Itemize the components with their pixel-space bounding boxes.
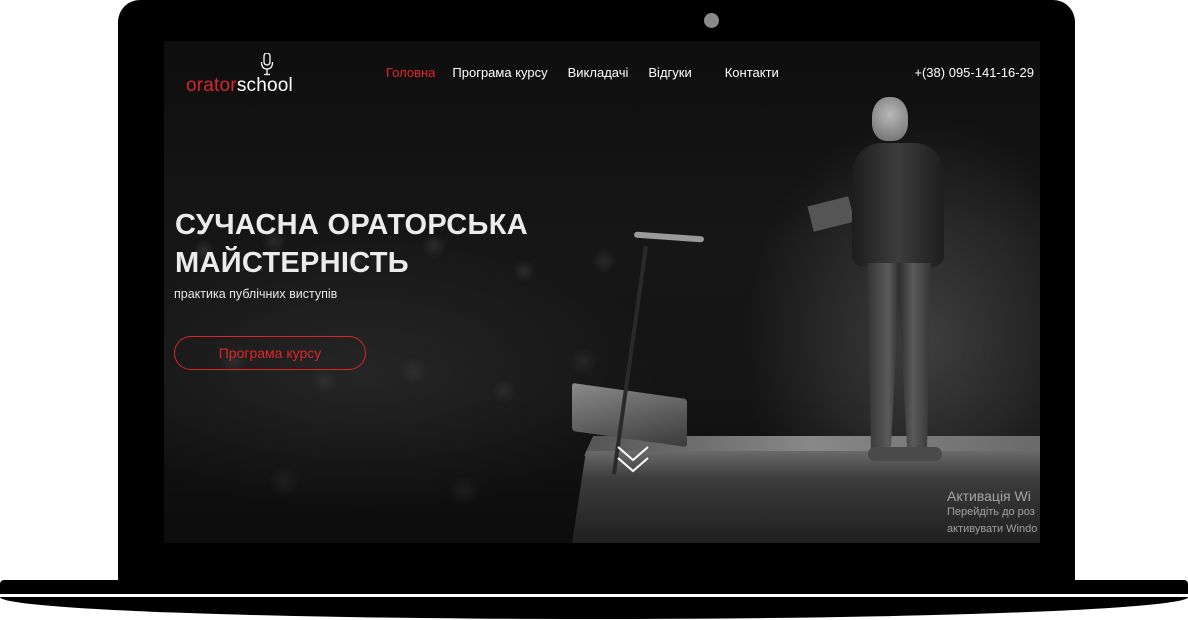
hero-subtitle: практика публічних виступів bbox=[174, 287, 338, 301]
watermark-title: Активація Wi bbox=[947, 488, 1031, 504]
hero-title-line2: МАЙСТЕРНІСТЬ bbox=[175, 247, 409, 279]
double-chevron-down-icon[interactable] bbox=[615, 444, 651, 476]
nav-item-home[interactable]: Головна bbox=[386, 65, 435, 80]
hero-title: СУЧАСНА ОРАТОРСЬКА МАЙСТЕРНІСТЬ bbox=[175, 206, 595, 282]
webcam-icon bbox=[704, 13, 719, 28]
nav-item-contacts[interactable]: Контакти bbox=[725, 65, 779, 80]
nav-item-program[interactable]: Програма курсу bbox=[452, 65, 547, 80]
microphone-icon bbox=[260, 53, 274, 76]
nav-item-teachers[interactable]: Викладачі bbox=[568, 65, 629, 80]
logo-text-orator: orator bbox=[186, 75, 237, 96]
speaker-figure bbox=[807, 97, 954, 467]
windows-activation-watermark: Активація Wi Перейдіть до роз активувати… bbox=[947, 488, 1037, 538]
logo-text: oratorschool bbox=[186, 75, 293, 97]
site-logo[interactable]: oratorschool bbox=[186, 51, 304, 97]
watermark-line2: активувати Windo bbox=[947, 523, 1038, 535]
watermark-line1: Перейдіть до роз bbox=[947, 506, 1035, 518]
laptop-frame: oratorschool Головна Програма курсу Викл… bbox=[0, 0, 1188, 620]
nav-item-reviews[interactable]: Відгуки bbox=[648, 65, 691, 80]
phone-number[interactable]: +(38) 095-141-16-29 bbox=[914, 65, 1034, 80]
program-button[interactable]: Програма курсу bbox=[174, 336, 366, 370]
website-screen: oratorschool Головна Програма курсу Викл… bbox=[164, 41, 1040, 543]
laptop-base bbox=[0, 580, 1188, 620]
logo-text-school: school bbox=[236, 75, 293, 96]
main-nav: Головна Програма курсу Викладачі Відгуки… bbox=[386, 65, 779, 80]
hero-title-line1: СУЧАСНА ОРАТОРСЬКА bbox=[175, 209, 528, 241]
